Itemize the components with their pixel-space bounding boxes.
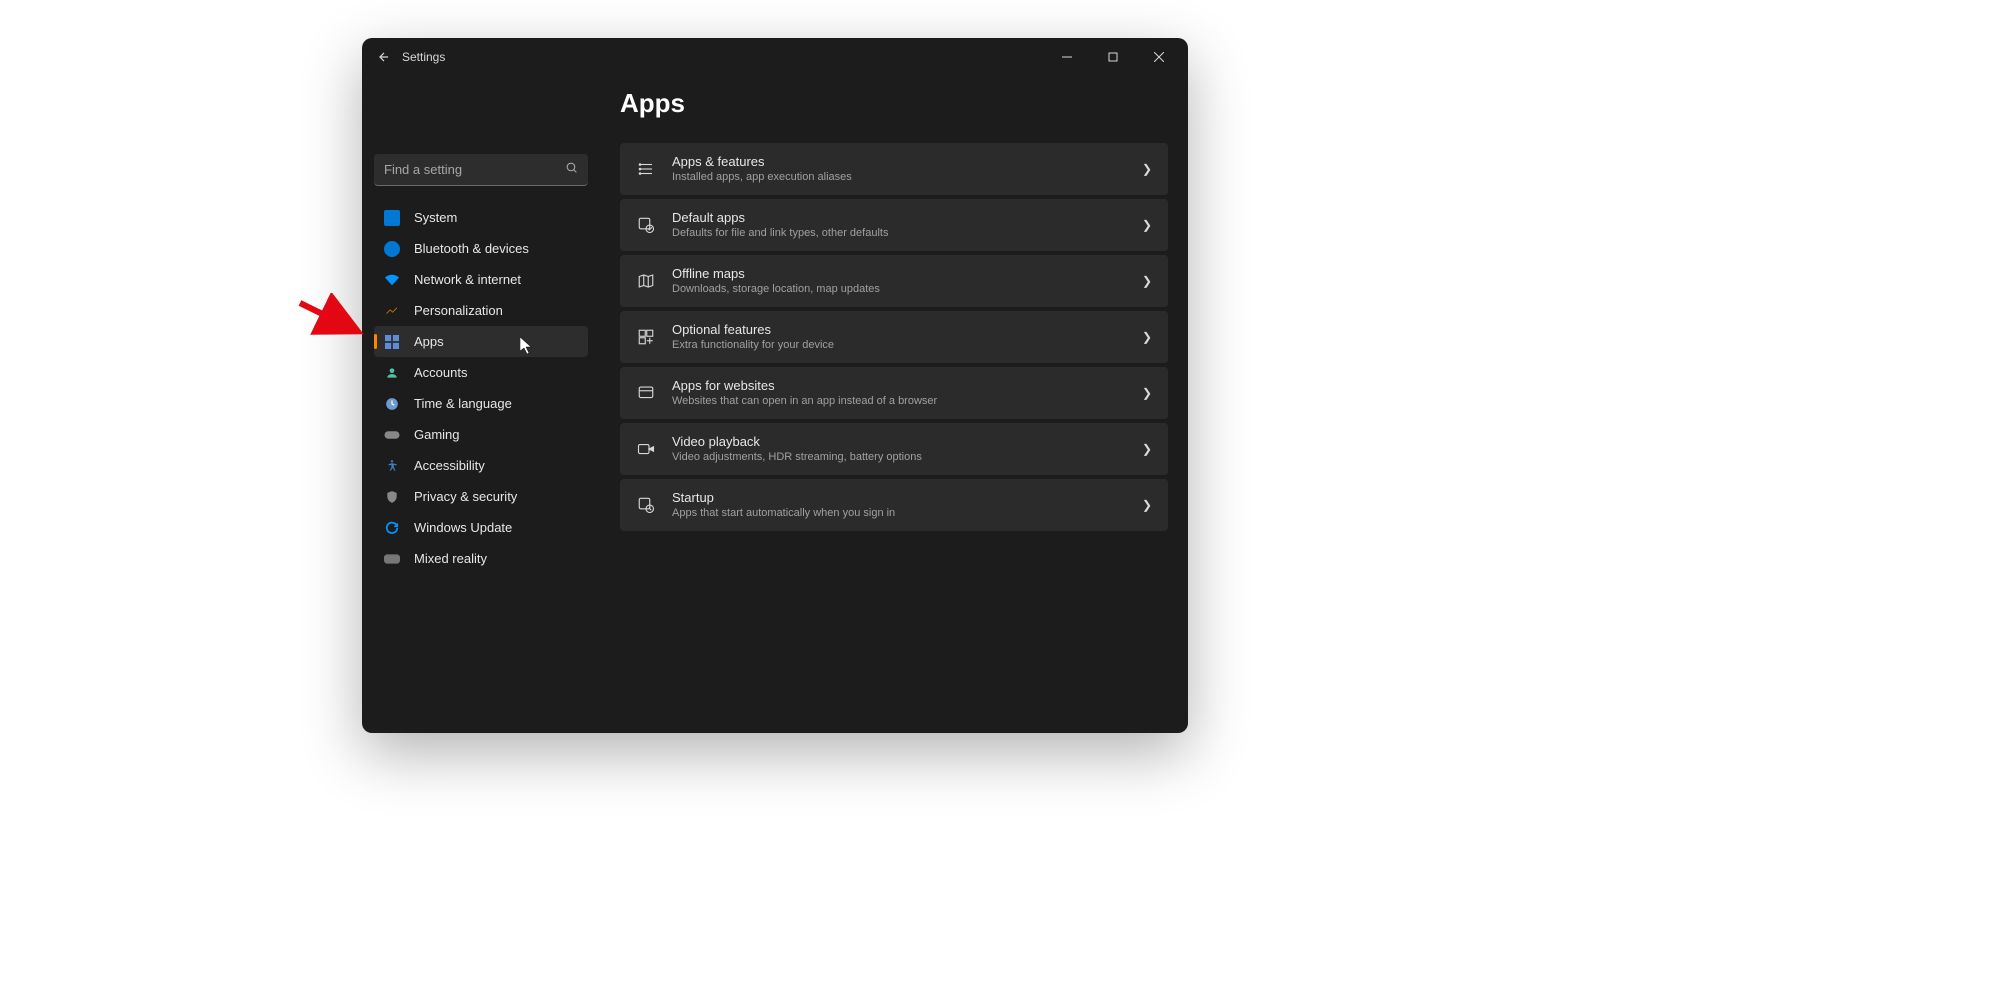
window-controls: [1044, 41, 1182, 73]
privacy-icon: [384, 489, 400, 505]
sidebar-item-apps[interactable]: Apps: [374, 326, 588, 357]
search-icon: [565, 161, 578, 179]
card-subtitle: Defaults for file and link types, other …: [672, 227, 1142, 240]
card-subtitle: Video adjustments, HDR streaming, batter…: [672, 451, 1142, 464]
card-text: Optional features Extra functionality fo…: [672, 322, 1142, 353]
sidebar-item-label: Windows Update: [414, 520, 512, 535]
sidebar-item-personalization[interactable]: Personalization: [374, 295, 588, 326]
card-text: Offline maps Downloads, storage location…: [672, 266, 1142, 297]
optional-features-icon: [636, 327, 656, 347]
card-title: Startup: [672, 490, 1142, 506]
accessibility-icon: [384, 458, 400, 474]
chevron-right-icon: ❯: [1142, 330, 1152, 344]
search-container: [374, 154, 588, 186]
apps-websites-icon: [636, 383, 656, 403]
startup-icon: [636, 495, 656, 515]
card-title: Apps for websites: [672, 378, 1142, 394]
card-text: Apps for websites Websites that can open…: [672, 378, 1142, 409]
network-icon: [384, 272, 400, 288]
card-title: Offline maps: [672, 266, 1142, 282]
apps-features-icon: [636, 159, 656, 179]
gaming-icon: [384, 427, 400, 443]
chevron-right-icon: ❯: [1142, 442, 1152, 456]
card-subtitle: Extra functionality for your device: [672, 339, 1142, 352]
card-text: Apps & features Installed apps, app exec…: [672, 154, 1142, 185]
sidebar: System Bluetooth & devices Network & int…: [362, 76, 600, 733]
bluetooth-icon: [384, 241, 400, 257]
card-optional-features[interactable]: Optional features Extra functionality fo…: [620, 311, 1168, 363]
maximize-icon: [1108, 52, 1118, 62]
card-title: Default apps: [672, 210, 1142, 226]
sidebar-item-network[interactable]: Network & internet: [374, 264, 588, 295]
titlebar: Settings: [362, 38, 1188, 76]
settings-window: Settings System: [362, 38, 1188, 733]
chevron-right-icon: ❯: [1142, 162, 1152, 176]
personalization-icon: [384, 303, 400, 319]
offline-maps-icon: [636, 271, 656, 291]
main-content: Apps Apps & features Installed apps, app…: [600, 76, 1188, 733]
card-subtitle: Websites that can open in an app instead…: [672, 395, 1142, 408]
sidebar-item-bluetooth[interactable]: Bluetooth & devices: [374, 233, 588, 264]
page-title: Apps: [620, 88, 1168, 119]
sidebar-item-label: Accounts: [414, 365, 467, 380]
sidebar-item-time[interactable]: Time & language: [374, 388, 588, 419]
sidebar-item-label: Personalization: [414, 303, 503, 318]
minimize-button[interactable]: [1044, 41, 1090, 73]
card-subtitle: Downloads, storage location, map updates: [672, 283, 1142, 296]
card-apps-websites[interactable]: Apps for websites Websites that can open…: [620, 367, 1168, 419]
sidebar-item-privacy[interactable]: Privacy & security: [374, 481, 588, 512]
chevron-right-icon: ❯: [1142, 218, 1152, 232]
sidebar-item-label: Network & internet: [414, 272, 521, 287]
default-apps-icon: [636, 215, 656, 235]
update-icon: [384, 520, 400, 536]
card-video-playback[interactable]: Video playback Video adjustments, HDR st…: [620, 423, 1168, 475]
card-text: Video playback Video adjustments, HDR st…: [672, 434, 1142, 465]
card-title: Video playback: [672, 434, 1142, 450]
content-area: System Bluetooth & devices Network & int…: [362, 76, 1188, 733]
back-button[interactable]: [368, 41, 400, 73]
sidebar-item-label: System: [414, 210, 457, 225]
back-arrow-icon: [377, 50, 391, 64]
close-button[interactable]: [1136, 41, 1182, 73]
sidebar-item-label: Privacy & security: [414, 489, 517, 504]
close-icon: [1154, 52, 1164, 62]
search-input[interactable]: [374, 154, 588, 186]
card-text: Default apps Defaults for file and link …: [672, 210, 1142, 241]
chevron-right-icon: ❯: [1142, 274, 1152, 288]
sidebar-item-label: Apps: [414, 334, 444, 349]
sidebar-item-gaming[interactable]: Gaming: [374, 419, 588, 450]
card-subtitle: Installed apps, app execution aliases: [672, 171, 1142, 184]
accounts-icon: [384, 365, 400, 381]
card-offline-maps[interactable]: Offline maps Downloads, storage location…: [620, 255, 1168, 307]
apps-icon: [384, 334, 400, 350]
video-playback-icon: [636, 439, 656, 459]
card-title: Optional features: [672, 322, 1142, 338]
sidebar-item-label: Bluetooth & devices: [414, 241, 529, 256]
window-title: Settings: [402, 50, 445, 64]
card-apps-features[interactable]: Apps & features Installed apps, app exec…: [620, 143, 1168, 195]
sidebar-item-label: Mixed reality: [414, 551, 487, 566]
sidebar-item-label: Accessibility: [414, 458, 485, 473]
sidebar-item-label: Gaming: [414, 427, 460, 442]
sidebar-item-label: Time & language: [414, 396, 512, 411]
card-startup[interactable]: Startup Apps that start automatically wh…: [620, 479, 1168, 531]
sidebar-item-system[interactable]: System: [374, 202, 588, 233]
sidebar-item-accessibility[interactable]: Accessibility: [374, 450, 588, 481]
card-default-apps[interactable]: Default apps Defaults for file and link …: [620, 199, 1168, 251]
maximize-button[interactable]: [1090, 41, 1136, 73]
card-title: Apps & features: [672, 154, 1142, 170]
chevron-right-icon: ❯: [1142, 498, 1152, 512]
chevron-right-icon: ❯: [1142, 386, 1152, 400]
time-icon: [384, 396, 400, 412]
annotation-arrow: [295, 293, 370, 343]
sidebar-item-accounts[interactable]: Accounts: [374, 357, 588, 388]
minimize-icon: [1062, 52, 1072, 62]
card-subtitle: Apps that start automatically when you s…: [672, 507, 1142, 520]
sidebar-item-mixedreality[interactable]: Mixed reality: [374, 543, 588, 574]
mixedreality-icon: [384, 551, 400, 567]
system-icon: [384, 210, 400, 226]
card-text: Startup Apps that start automatically wh…: [672, 490, 1142, 521]
sidebar-item-update[interactable]: Windows Update: [374, 512, 588, 543]
